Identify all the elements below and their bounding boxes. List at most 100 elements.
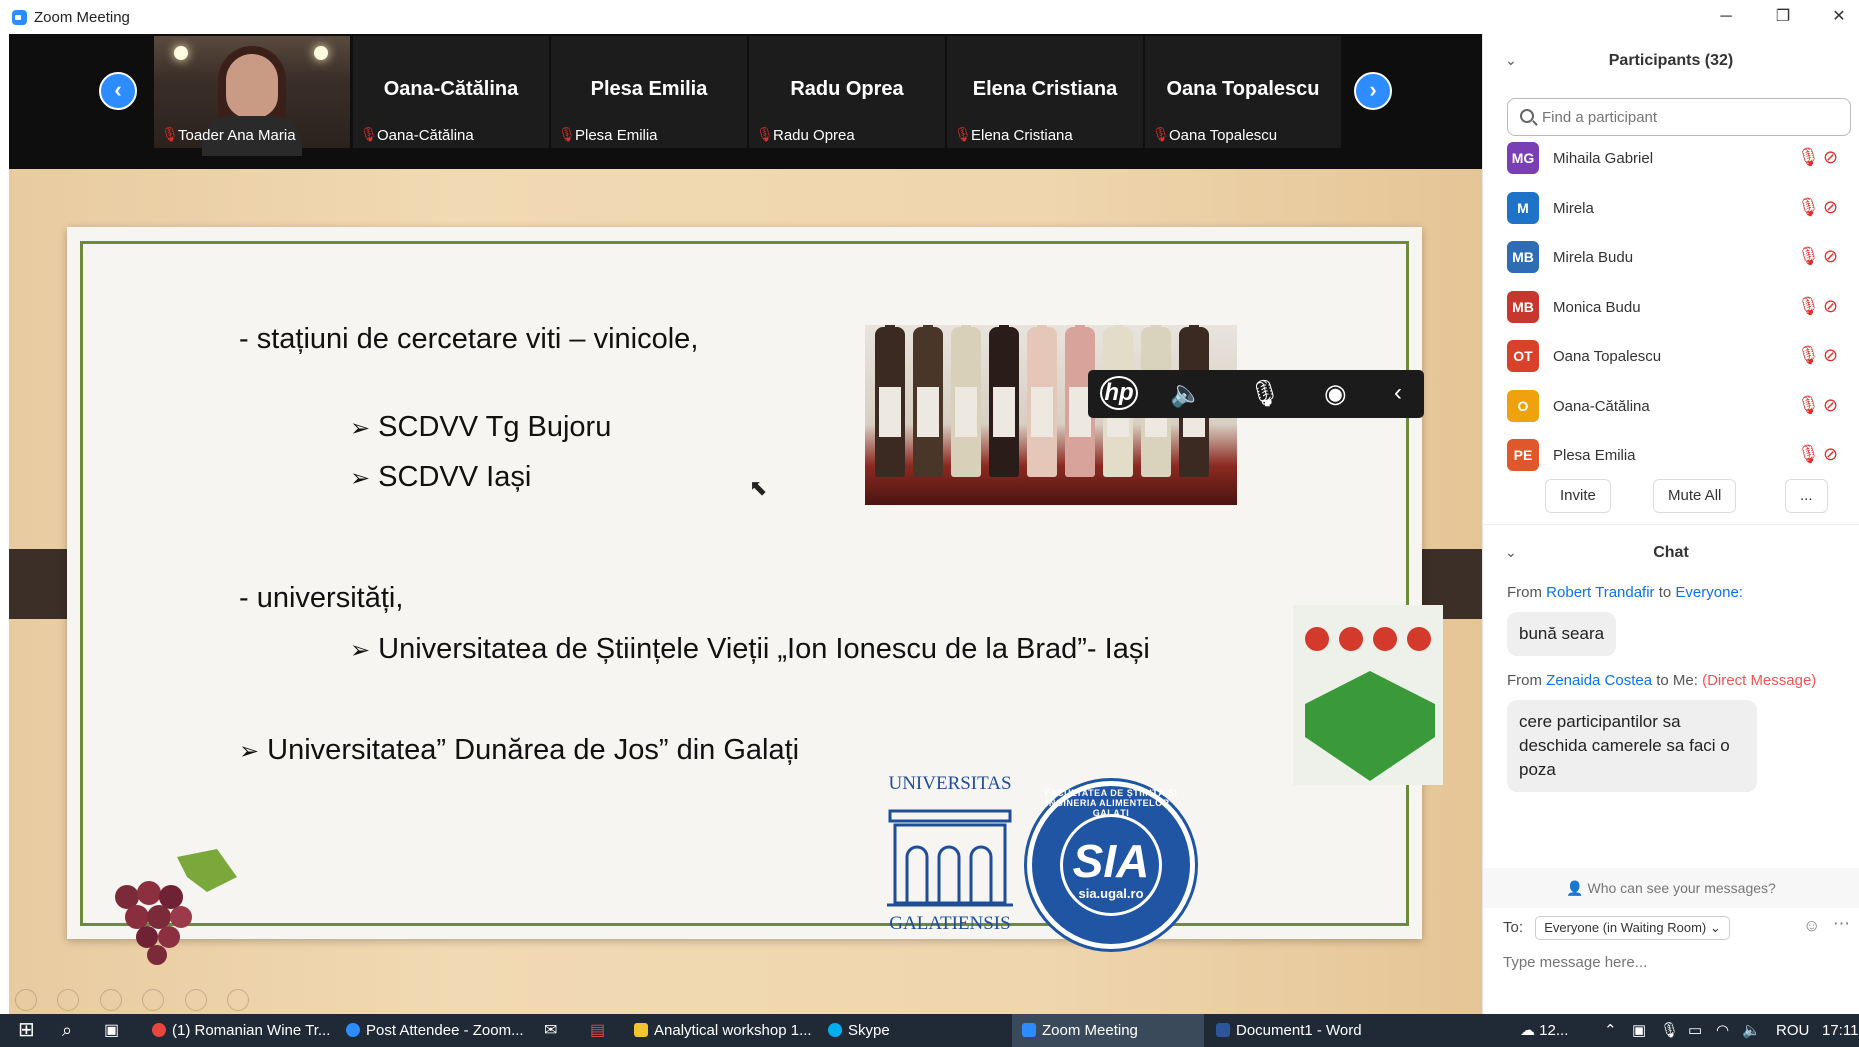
chat-header: Chat — [1653, 544, 1689, 561]
video-tile[interactable]: Oana Topalescu 🎙 Oana Topalescu — [1145, 36, 1341, 148]
avatar: O — [1507, 390, 1539, 422]
tile-display-name: Radu Oprea — [790, 78, 904, 100]
taskbar-item-label: Analytical workshop 1... — [654, 1022, 812, 1039]
windows-taskbar: ⊞ ⌕ ▣ (1) Romanian Wine Tr... Post Atten… — [0, 1014, 1859, 1047]
participant-name: Oana Topalescu — [1553, 348, 1662, 365]
muted-mic-icon: 🎙 — [558, 126, 576, 142]
slideshow-controls — [15, 989, 265, 1011]
lamp-light — [314, 46, 328, 60]
tile-name: Plesa Emilia — [575, 127, 658, 144]
pdf-icon[interactable]: ▤ — [590, 1014, 605, 1047]
search-icon[interactable]: ⌕ — [62, 1014, 72, 1047]
chat-sender[interactable]: Robert Trandafir — [1546, 584, 1654, 601]
muted-mic-icon: 🎙 — [161, 126, 179, 142]
microphone-tray-icon[interactable]: 🎙 — [1660, 1014, 1679, 1047]
taskbar-item-skype[interactable]: Skype — [828, 1014, 918, 1047]
slide-prev-icon[interactable] — [15, 989, 37, 1011]
tile-name: Radu Oprea — [773, 127, 855, 144]
slide-next-icon[interactable] — [57, 989, 80, 1011]
chat-recipient[interactable]: Everyone: — [1675, 584, 1743, 601]
participant-search[interactable] — [1507, 98, 1851, 136]
grapes-image — [115, 849, 237, 965]
sia-url-text: sia.ugal.ro — [1078, 886, 1144, 901]
weather-widget[interactable]: ☁ 12... — [1520, 1014, 1568, 1047]
video-off-icon: ⊘ — [1823, 444, 1839, 464]
zoom-app-icon — [12, 10, 27, 25]
speaker-icon[interactable]: 🔈 — [1170, 378, 1202, 409]
chat-message-bubble: cere participantilor sa deschida camerel… — [1507, 700, 1757, 792]
avatar: OT — [1507, 340, 1539, 372]
meet-now-icon[interactable]: ▣ — [1632, 1014, 1646, 1047]
universitas-galatiensis-logo: UNIVERSITAS GALATIENSIS — [875, 773, 1025, 943]
mail-icon[interactable]: ✉ — [544, 1014, 557, 1047]
zoom-icon[interactable] — [184, 989, 207, 1011]
hp-logo-icon[interactable]: hp — [1100, 376, 1138, 410]
avatar: MG — [1507, 142, 1539, 174]
video-tile[interactable]: Plesa Emilia 🎙 Plesa Emilia — [551, 36, 747, 148]
collapse-icon[interactable]: ‹ — [1394, 379, 1402, 407]
tile-name: Elena Cristiana — [971, 127, 1073, 144]
participant-row[interactable]: MB Mirela Budu 🎙 ⊘ — [1483, 235, 1859, 283]
invite-button[interactable]: Invite — [1545, 479, 1611, 513]
who-can-see-messages[interactable]: 👤 Who can see your messages? — [1483, 868, 1859, 908]
direct-message-tag: (Direct Message) — [1702, 672, 1817, 689]
wifi-icon[interactable]: ◠ — [1716, 1014, 1729, 1047]
sia-faculty-logo: SIA sia.ugal.ro FACULTATEA DE ȘTIINȚA ȘI… — [1027, 781, 1195, 949]
participant-row[interactable]: OT Oana Topalescu 🎙 ⊘ — [1483, 334, 1859, 382]
taskbar-item-chrome[interactable]: (1) Romanian Wine Tr... — [152, 1014, 332, 1047]
battery-icon[interactable]: ▭ — [1688, 1014, 1702, 1047]
university-building-icon — [887, 809, 1013, 907]
taskbar-item-zoom[interactable]: Zoom Meeting — [1012, 1014, 1204, 1047]
mute-all-button[interactable]: Mute All — [1653, 479, 1737, 513]
close-button[interactable]: ✕ — [1819, 4, 1859, 30]
mouse-cursor-icon: ⬉ — [749, 475, 768, 500]
participant-name: Plesa Emilia — [1553, 447, 1636, 464]
grid-icon[interactable] — [142, 989, 165, 1011]
video-off-icon: ⊘ — [1823, 147, 1839, 167]
volume-icon[interactable]: 🔈 — [1742, 1014, 1761, 1047]
language-indicator[interactable]: ROU — [1776, 1014, 1809, 1047]
video-tile[interactable]: Elena Cristiana 🎙 Elena Cristiana — [947, 36, 1143, 148]
chat-message-input[interactable] — [1503, 954, 1843, 971]
meeting-area: ‹ 🎙 Toader Ana Maria Oana-Cătălina 🎙 Oan… — [9, 34, 1482, 1014]
participant-row[interactable]: M Mirela 🎙 ⊘ — [1483, 186, 1859, 234]
sia-logo-text: SIA — [1072, 835, 1150, 887]
participants-header: Participants (32) — [1608, 52, 1734, 69]
arrow-bullet-icon: ➢ — [239, 738, 260, 765]
arrow-bullet-icon: ➢ — [350, 637, 371, 664]
clock[interactable]: 17:11 — [1822, 1014, 1858, 1047]
windows-start-icon[interactable]: ⊞ — [18, 1014, 35, 1047]
broadcast-icon[interactable]: ◉ — [1324, 378, 1347, 409]
taskbar-item-edge[interactable]: Post Attendee - Zoom... — [346, 1014, 526, 1047]
recipient-dropdown[interactable]: Everyone (in Waiting Room) ⌄ — [1535, 916, 1730, 940]
participant-row[interactable]: MB Monica Budu 🎙 ⊘ — [1483, 285, 1859, 333]
minimize-button[interactable]: ─ — [1706, 4, 1746, 30]
chat-sender[interactable]: Zenaida Costea — [1546, 672, 1652, 689]
participant-row[interactable]: PE Plesa Emilia 🎙 ⊘ — [1483, 433, 1859, 481]
tray-overflow-icon[interactable]: ⌃ — [1604, 1014, 1617, 1047]
video-tile[interactable]: Oana-Cătălina 🎙 Oana-Cătălina — [353, 36, 549, 148]
microphone-icon[interactable]: 🎙 — [1248, 378, 1281, 409]
emoji-icon[interactable]: ☺ — [1803, 916, 1820, 936]
video-tile[interactable]: 🎙 Toader Ana Maria — [154, 36, 350, 156]
video-tile[interactable]: Radu Oprea 🎙 Radu Oprea — [749, 36, 945, 148]
taskbar-item-word[interactable]: Document1 - Word — [1216, 1014, 1396, 1047]
taskbar-item-explorer[interactable]: Analytical workshop 1... — [634, 1014, 814, 1047]
more-icon[interactable] — [227, 989, 250, 1011]
task-view-icon[interactable]: ▣ — [104, 1014, 119, 1047]
restore-button[interactable]: ❐ — [1763, 4, 1803, 30]
muted-mic-icon: 🎙 — [756, 126, 774, 142]
sia-ring-text: FACULTATEA DE ȘTIINȚA ȘI INGINERIA ALIME… — [1044, 788, 1178, 818]
participant-row[interactable]: O Oana-Cătălina 🎙 ⊘ — [1483, 384, 1859, 432]
title-bar: Zoom Meeting ─ ❐ ✕ — [0, 0, 1859, 34]
next-page-button[interactable]: › — [1354, 72, 1392, 110]
prev-page-button[interactable]: ‹ — [99, 72, 137, 110]
slide-bullet: ➢ Universitatea” Dunărea de Jos” din Gal… — [239, 734, 799, 767]
chat-more-icon[interactable]: ⋯ — [1833, 914, 1850, 934]
participant-search-input[interactable] — [1542, 107, 1842, 127]
participant-row[interactable]: MG Mihaila Gabriel 🎙 ⊘ — [1483, 136, 1859, 184]
weather-text: 12... — [1539, 1022, 1569, 1039]
edge-icon — [346, 1023, 360, 1037]
more-options-button[interactable]: ... — [1785, 479, 1828, 513]
pen-icon[interactable] — [99, 989, 122, 1011]
